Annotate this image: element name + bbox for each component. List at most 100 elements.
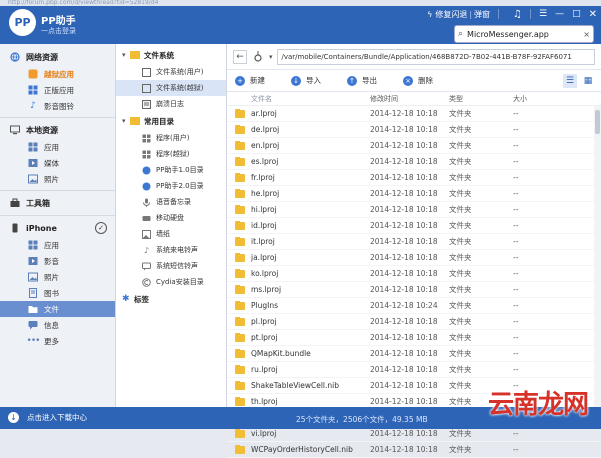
tree-section-filesystem[interactable]: ▾ 文件系统 xyxy=(116,46,226,64)
folder-icon xyxy=(28,304,38,314)
table-row[interactable]: PlugIns 2014-12-18 10:24 文件夹 -- xyxy=(227,298,601,314)
tree-item-label: 文件系统(用户) xyxy=(156,68,204,76)
tree-item-mobile-disk[interactable]: 移动硬盘 xyxy=(116,210,226,226)
table-row[interactable]: ko.lproj 2014-12-18 10:18 文件夹 -- xyxy=(227,266,601,282)
file-type: 文件夹 xyxy=(449,237,472,246)
tree-item-pp2-dir[interactable]: PP助手2.0目录 xyxy=(116,178,226,194)
plus-icon: + xyxy=(235,75,245,86)
sidebar-item-media-ringtones[interactable]: ♪ 影音图铃 xyxy=(0,98,115,114)
back-button[interactable]: ← xyxy=(233,49,247,64)
search-box[interactable]: ⌕ × xyxy=(454,25,594,43)
tree-item-ringtones[interactable]: ♪ 系统来电铃声 xyxy=(116,242,226,258)
apps-icon xyxy=(28,240,38,250)
sidebar-item-iphone-books[interactable]: 图书 xyxy=(0,285,115,301)
download-center-button[interactable]: ↓ 点击进入下载中心 xyxy=(8,412,87,423)
tree-item-apps-user[interactable]: 程序(用户) xyxy=(116,130,226,146)
path-field[interactable]: /var/mobile/Containers/Bundle/Applicatio… xyxy=(276,48,595,65)
sidebar-group-iphone[interactable]: iPhone ✓ xyxy=(0,219,115,237)
download-icon: ↓ xyxy=(8,412,19,423)
sidebar-item-iphone-photos[interactable]: 照片 xyxy=(0,269,115,285)
location-icon[interactable] xyxy=(251,50,265,64)
table-row[interactable]: fr.lproj 2014-12-18 10:18 文件夹 -- xyxy=(227,170,601,186)
tree-item-sms-tones[interactable]: 系统短信铃声 xyxy=(116,258,226,274)
phone-icon xyxy=(10,223,20,233)
tree-item-apps-jailbreak[interactable]: 程序(越狱) xyxy=(116,146,226,162)
tree-item-crash-logs[interactable]: 崩溃日志 xyxy=(116,96,226,112)
vertical-scrollbar[interactable] xyxy=(594,106,601,407)
file-name-cell: ShakeTableViewCell.nib xyxy=(227,381,370,390)
sidebar-item-local-photos[interactable]: 照片 xyxy=(0,171,115,187)
sidebar-item-iphone-more[interactable]: ••• 更多 xyxy=(0,333,115,349)
tree-item-pp1-dir[interactable]: PP助手1.0目录 xyxy=(116,162,226,178)
table-row[interactable]: en.lproj 2014-12-18 10:18 文件夹 -- xyxy=(227,138,601,154)
maximize-icon[interactable]: □ xyxy=(572,9,581,19)
photo-icon xyxy=(28,272,38,282)
sidebar-item-iphone-messages[interactable]: 信息 xyxy=(0,317,115,333)
table-row[interactable]: ms.lproj 2014-12-18 10:18 文件夹 -- xyxy=(227,282,601,298)
sidebar-group-local[interactable]: 本地资源 xyxy=(0,121,115,139)
sidebar-group-toolbox[interactable]: 工具箱 xyxy=(0,194,115,212)
close-icon[interactable]: ✕ xyxy=(589,9,597,20)
table-row[interactable]: hi.lproj 2014-12-18 10:18 文件夹 -- xyxy=(227,202,601,218)
sidebar-item-iphone-apps[interactable]: 应用 xyxy=(0,237,115,253)
export-button[interactable]: ↑ 导出 xyxy=(347,75,377,86)
table-row[interactable]: es.lproj 2014-12-18 10:18 文件夹 -- xyxy=(227,154,601,170)
table-row[interactable]: pt.lproj 2014-12-18 10:18 文件夹 -- xyxy=(227,330,601,346)
table-row[interactable]: he.lproj 2014-12-18 10:18 文件夹 -- xyxy=(227,186,601,202)
popup-button[interactable]: 弹窗 xyxy=(474,9,490,20)
column-header-type[interactable]: 类型 xyxy=(449,94,513,104)
repair-crash-button[interactable]: ϟ 修复闪退 xyxy=(427,9,467,20)
app-window: http://forum.pbp.com/d/viewthread?tid=52… xyxy=(0,0,601,458)
tree-item-cydia-dir[interactable]: Cydia安装目录 xyxy=(116,274,226,290)
clear-search-icon[interactable]: × xyxy=(583,30,590,39)
location-dropdown-icon[interactable]: ▾ xyxy=(269,53,273,61)
file-size: -- xyxy=(513,365,519,374)
table-row[interactable]: ja.lproj 2014-12-18 10:18 文件夹 -- xyxy=(227,250,601,266)
sidebar-item-label: 信息 xyxy=(44,320,59,330)
sidebar-item-genuine-apps[interactable]: 正版应用 xyxy=(0,82,115,98)
list-view-icon[interactable]: ☰ xyxy=(563,73,577,88)
sidebar-item-local-apps[interactable]: 应用 xyxy=(0,139,115,155)
sidebar-item-jailbreak-apps[interactable]: 越狱应用 xyxy=(0,66,115,82)
table-row[interactable]: it.lproj 2014-12-18 10:18 文件夹 -- xyxy=(227,234,601,250)
table-row[interactable]: ar.lproj 2014-12-18 10:18 文件夹 -- xyxy=(227,106,601,122)
minimize-icon[interactable]: — xyxy=(555,9,564,19)
table-row[interactable]: id.lproj 2014-12-18 10:18 文件夹 -- xyxy=(227,218,601,234)
column-header-size[interactable]: 大小 xyxy=(513,94,573,104)
menu-icon[interactable]: ☰ xyxy=(539,9,547,19)
delete-button[interactable]: × 删除 xyxy=(403,75,433,86)
column-header-date[interactable]: 修改时间 xyxy=(370,94,449,104)
sidebar-item-iphone-media[interactable]: 影音 xyxy=(0,253,115,269)
table-row[interactable]: WCPayOrderHistoryCell.nib 2014-12-18 10:1… xyxy=(227,442,601,458)
file-type: 文件夹 xyxy=(449,333,472,342)
sidebar-item-local-media[interactable]: 媒体 xyxy=(0,155,115,171)
file-name: ShakeTableViewCell.nib xyxy=(251,381,339,390)
scrollbar-thumb[interactable] xyxy=(595,110,600,134)
new-button[interactable]: + 新建 xyxy=(235,75,265,86)
sidebar-group-label: 本地资源 xyxy=(26,125,58,135)
music-icon[interactable]: ♫ xyxy=(513,9,522,20)
file-name-cell: th.lproj xyxy=(227,397,370,406)
table-row[interactable]: ru.lproj 2014-12-18 10:18 文件夹 -- xyxy=(227,362,601,378)
tree-item-wallpaper[interactable]: 墙纸 xyxy=(116,226,226,242)
login-link[interactable]: 一点击登录 xyxy=(41,26,76,36)
sidebar-group-network[interactable]: 网络资源 xyxy=(0,48,115,66)
collapse-icon[interactable]: ▾ xyxy=(122,51,130,59)
tree-section-tags[interactable]: ✱ 标签 xyxy=(116,290,226,308)
table-row[interactable]: pl.lproj 2014-12-18 10:18 文件夹 -- xyxy=(227,314,601,330)
tree-item-fs-user[interactable]: 文件系统(用户) xyxy=(116,64,226,80)
sidebar-item-label: 越狱应用 xyxy=(44,69,74,79)
sidebar-group-label: 网络资源 xyxy=(26,52,58,62)
tree-item-voice-memos[interactable]: 语音备忘录 xyxy=(116,194,226,210)
tree-section-common-dirs[interactable]: ▾ 常用目录 xyxy=(116,112,226,130)
column-header-name[interactable]: 文件名 xyxy=(227,94,370,104)
path-bar: ← ▾ /var/mobile/Containers/Bundle/Applic… xyxy=(227,44,601,70)
tree-item-fs-jailbreak[interactable]: 文件系统(越狱) xyxy=(116,80,226,96)
sidebar-item-iphone-files[interactable]: 文件 xyxy=(0,301,115,317)
search-input[interactable] xyxy=(467,29,578,39)
table-row[interactable]: de.lproj 2014-12-18 10:18 文件夹 -- xyxy=(227,122,601,138)
table-row[interactable]: QMapKit.bundle 2014-12-18 10:18 文件夹 -- xyxy=(227,346,601,362)
grid-view-icon[interactable]: ▦ xyxy=(581,74,595,88)
import-button[interactable]: ↓ 导入 xyxy=(291,75,321,86)
collapse-icon[interactable]: ▾ xyxy=(122,117,130,125)
